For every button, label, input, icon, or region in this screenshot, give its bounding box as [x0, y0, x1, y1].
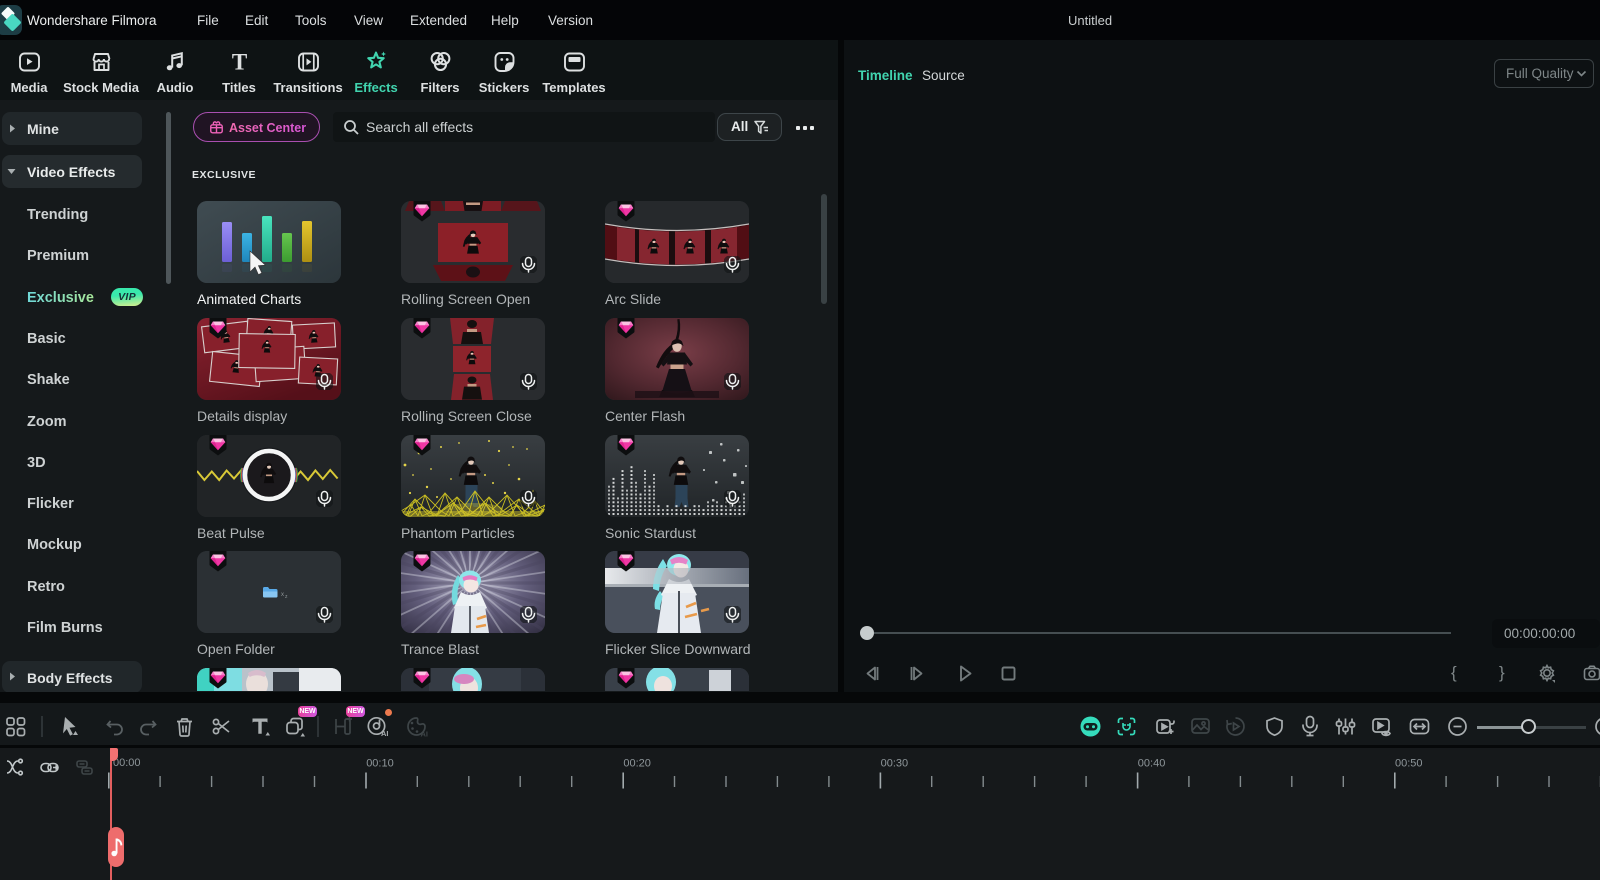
- svg-text:00:20: 00:20: [623, 758, 651, 770]
- svg-text:00:30: 00:30: [881, 758, 909, 770]
- svg-text:00:50: 00:50: [1395, 758, 1423, 770]
- svg-text:00:40: 00:40: [1138, 758, 1166, 770]
- svg-text:00:10: 00:10: [366, 758, 394, 770]
- svg-text:AI: AI: [421, 730, 429, 739]
- svg-text:AI: AI: [381, 729, 389, 738]
- svg-text:x: x: [281, 592, 284, 598]
- svg-text:T: T: [231, 50, 246, 75]
